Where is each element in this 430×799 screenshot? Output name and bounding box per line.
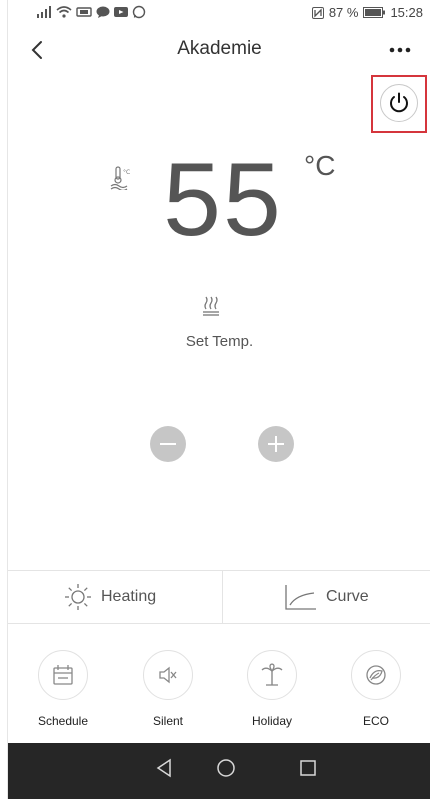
page-title: Akademie [177, 38, 262, 59]
svg-text:°C: °C [123, 169, 130, 176]
eco-label: ECO [362, 714, 389, 728]
decrease-temp-button[interactable] [150, 426, 186, 462]
sun-icon [65, 584, 91, 610]
wifi-icon [56, 6, 72, 18]
temperature-value: 55 [163, 142, 283, 258]
signal-icon [36, 6, 52, 18]
silent-label: Silent [152, 714, 184, 728]
mode-divider [222, 571, 223, 623]
palm-tree-icon [261, 663, 283, 686]
triangle-back-icon [156, 758, 171, 778]
mode-row: Heating Curve [8, 570, 430, 624]
nav-back-button[interactable] [154, 757, 176, 784]
leaf-icon [366, 665, 386, 685]
calendar-icon [53, 665, 73, 685]
curve-label: Curve [326, 588, 369, 605]
header: Akademie [8, 28, 430, 72]
minus-icon [160, 443, 176, 445]
message-icon [96, 6, 110, 18]
more-dots-icon [389, 47, 411, 53]
system-nav-bar [8, 743, 430, 799]
schedule-icon-circle [38, 650, 88, 700]
holiday-button[interactable]: Holiday [232, 650, 312, 728]
battery-percent: 87 % [328, 5, 359, 20]
nav-recent-button[interactable] [297, 757, 319, 784]
app-screen: 87 % 15:28 Akademie °C 55 °C Set Temp. H… [7, 0, 430, 799]
curve-button[interactable]: Curve [284, 571, 369, 623]
status-bar: 87 % 15:28 [8, 0, 430, 26]
eco-button[interactable]: ECO [336, 650, 416, 728]
schedule-button[interactable]: Schedule [23, 650, 103, 728]
video-icon [114, 6, 128, 18]
power-icon-circle [380, 84, 418, 122]
schedule-label: Schedule [37, 714, 89, 728]
circle-home-icon [217, 759, 235, 777]
silent-button[interactable]: Silent [128, 650, 208, 728]
status-right-icons: 87 % 15:28 [311, 5, 423, 20]
battery-icon [363, 7, 386, 18]
eco-icon-circle [351, 650, 401, 700]
square-recent-icon [300, 760, 316, 776]
power-icon [390, 92, 408, 113]
clock: 15:28 [390, 5, 423, 20]
speaker-mute-icon [159, 666, 177, 684]
status-left-icons [36, 5, 146, 19]
nfc-icon [311, 6, 324, 19]
data-icon [76, 6, 92, 18]
more-options-button[interactable] [387, 40, 413, 60]
silent-icon-circle [143, 650, 193, 700]
nav-home-button[interactable] [215, 757, 237, 784]
power-button[interactable] [371, 75, 427, 133]
increase-temp-button[interactable] [258, 426, 294, 462]
holiday-icon-circle [247, 650, 297, 700]
heating-label: Heating [101, 588, 157, 605]
set-temp-label: Set Temp. [185, 333, 254, 350]
heat-icon [200, 295, 222, 322]
curve-chart-icon [285, 585, 316, 610]
holiday-label: Holiday [251, 714, 293, 728]
heating-mode-button[interactable]: Heating [63, 571, 156, 623]
whatsapp-icon [132, 5, 146, 19]
temperature-unit: °C [304, 150, 336, 181]
plus-icon [268, 436, 284, 452]
water-temperature-icon: °C [110, 166, 132, 195]
